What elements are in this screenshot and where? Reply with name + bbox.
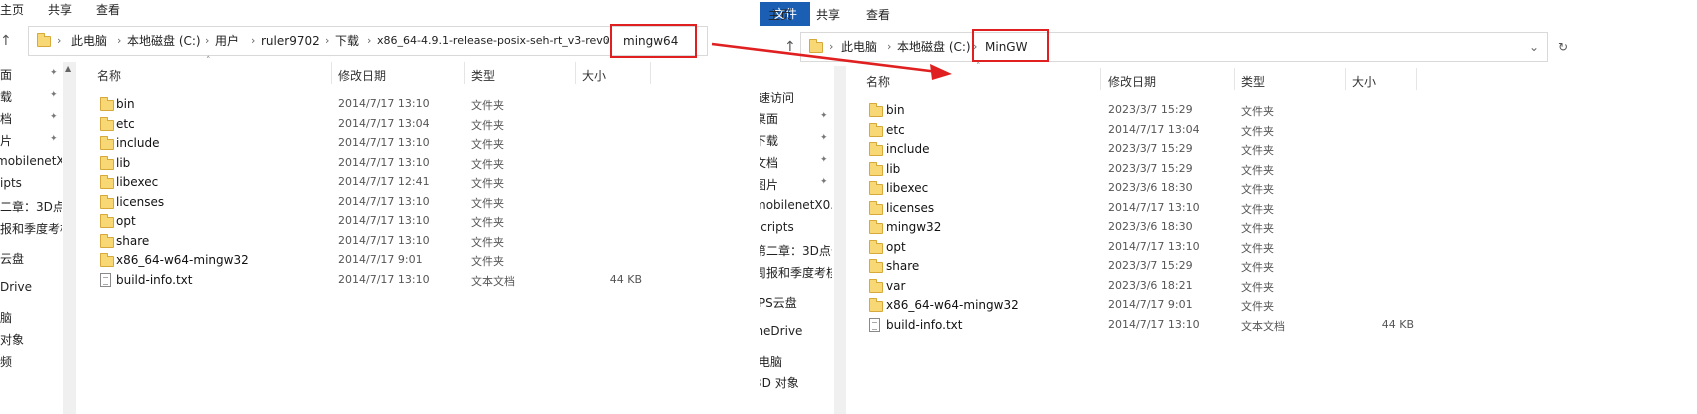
arrow-line <box>711 42 939 74</box>
annotation-arrow <box>711 42 952 80</box>
arrow-head <box>930 64 952 80</box>
